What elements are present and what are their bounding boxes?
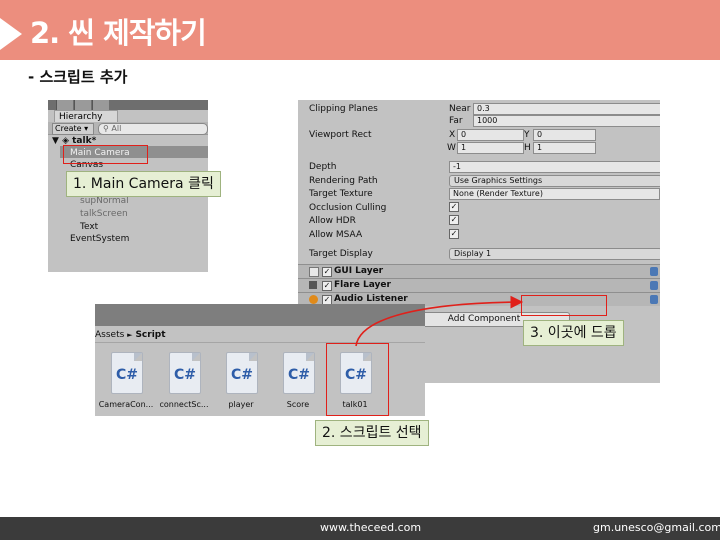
callout-step1: 1. Main Camera 클릭: [66, 171, 221, 197]
drag-arrow: [355, 295, 524, 347]
callout-step2: 2. 스크립트 선택: [315, 420, 429, 446]
footer-email: gm.unesco@gmail.com: [593, 521, 720, 534]
footer-website: www.theceed.com: [320, 521, 422, 534]
callout-step3: 3. 이곳에 드롭: [523, 320, 624, 346]
